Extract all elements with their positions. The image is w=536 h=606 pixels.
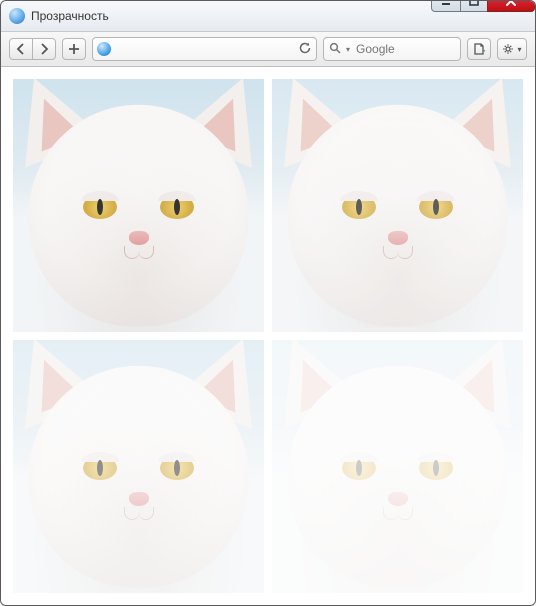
cat-image-100 — [13, 79, 264, 332]
back-button[interactable] — [9, 38, 33, 60]
reader-button[interactable] — [467, 38, 491, 60]
gear-icon — [502, 42, 516, 56]
close-button[interactable] — [487, 0, 535, 12]
reload-icon — [298, 41, 312, 55]
toolbar: ▾ ▾ — [1, 32, 535, 67]
image-grid — [1, 67, 535, 605]
search-input[interactable] — [354, 39, 456, 59]
settings-button[interactable]: ▾ — [497, 38, 527, 60]
page-content[interactable] — [1, 67, 535, 605]
minimize-button[interactable] — [431, 0, 461, 12]
plus-icon — [67, 42, 81, 56]
minimize-icon — [439, 0, 453, 8]
image-cell-2 — [272, 79, 523, 332]
search-bar[interactable]: ▾ — [323, 37, 461, 61]
globe-icon — [97, 42, 111, 56]
address-input[interactable] — [115, 39, 294, 59]
search-icon — [328, 41, 342, 58]
image-cell-3 — [13, 340, 264, 593]
forward-icon — [37, 42, 51, 56]
forward-button[interactable] — [32, 38, 56, 60]
titlebar[interactable]: Прозрачность — [1, 1, 535, 32]
maximize-button[interactable] — [460, 0, 488, 12]
browser-window: Прозрачность — [0, 0, 536, 606]
image-cell-1 — [13, 79, 264, 332]
cat-image-80 — [272, 79, 523, 332]
app-icon — [9, 8, 25, 24]
chevron-down-icon: ▾ — [517, 45, 521, 54]
image-cell-4 — [272, 340, 523, 593]
address-bar[interactable] — [92, 37, 317, 61]
page-icon — [472, 42, 486, 56]
cat-image-55 — [13, 340, 264, 593]
window-title: Прозрачность — [31, 9, 432, 23]
nav-buttons — [9, 38, 56, 60]
close-icon — [503, 0, 519, 8]
back-icon — [14, 42, 28, 56]
window-controls — [432, 0, 535, 11]
reload-button[interactable] — [298, 41, 312, 58]
search-engine-dropdown[interactable]: ▾ — [346, 45, 350, 54]
new-tab-button[interactable] — [62, 38, 86, 60]
maximize-icon — [467, 0, 481, 8]
cat-image-25 — [272, 340, 523, 593]
